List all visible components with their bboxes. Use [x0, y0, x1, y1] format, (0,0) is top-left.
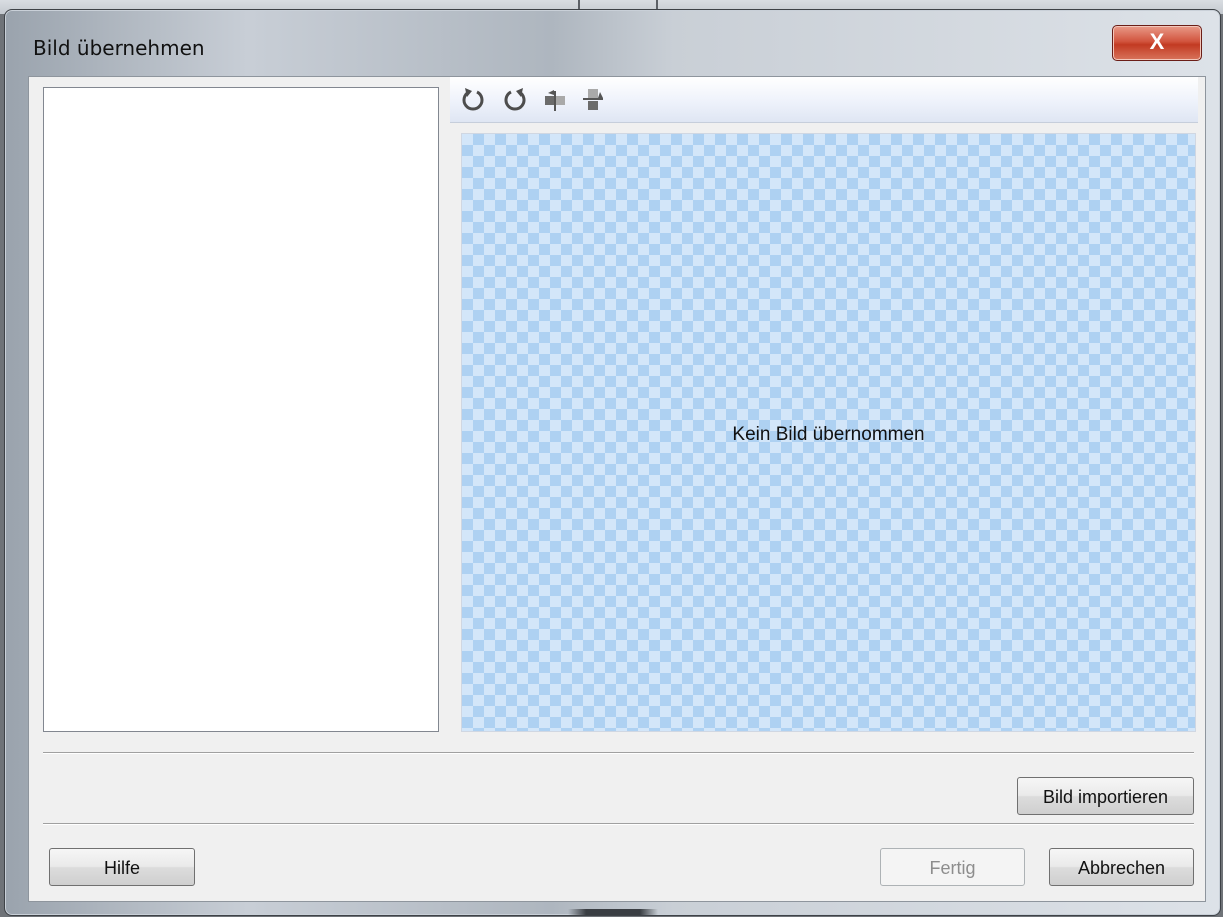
flip-horizontal-icon[interactable]: [542, 86, 568, 114]
import-image-button[interactable]: Bild importieren: [1017, 777, 1194, 815]
no-image-message: Kein Bild übernommen: [732, 424, 925, 445]
image-source-list[interactable]: [43, 87, 439, 732]
close-icon: X: [1149, 29, 1165, 54]
done-button: Fertig: [880, 848, 1025, 886]
dialog-title: Bild übernehmen: [33, 36, 205, 60]
rotate-right-icon[interactable]: [502, 86, 528, 114]
flip-vertical-icon[interactable]: [580, 86, 606, 114]
divider: [43, 823, 1194, 825]
cancel-button[interactable]: Abbrechen: [1049, 848, 1194, 886]
close-button[interactable]: X: [1112, 25, 1202, 61]
image-toolbar: [450, 77, 1198, 123]
rotate-left-icon[interactable]: [460, 86, 486, 114]
title-bar[interactable]: Bild übernehmen X: [5, 10, 1220, 76]
window-bottom-edge: [568, 909, 658, 915]
image-preview: Kein Bild übernommen: [461, 133, 1196, 732]
divider: [43, 752, 1194, 754]
dialog-client-area: Kein Bild übernommen Bild importieren Hi…: [28, 76, 1206, 902]
dialog-window: Bild übernehmen X Kein Bild übernommen B…: [4, 9, 1221, 916]
help-button[interactable]: Hilfe: [49, 848, 195, 886]
